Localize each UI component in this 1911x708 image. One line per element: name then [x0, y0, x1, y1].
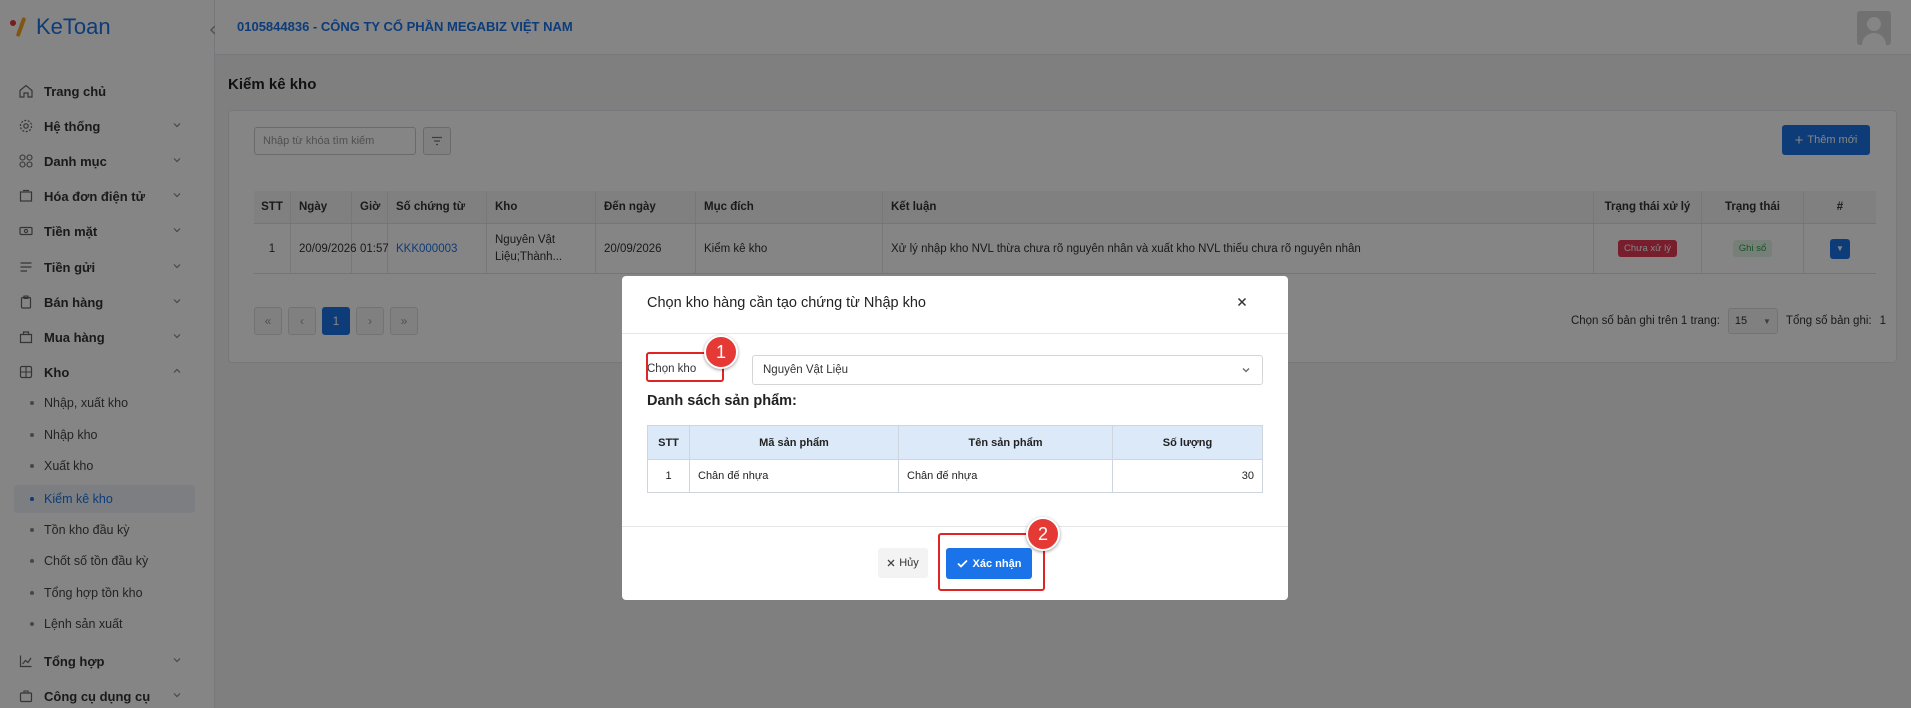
chevron-down-icon: [1242, 368, 1250, 373]
cell-ten-san-pham: Chân đế nhựa: [899, 460, 1113, 492]
cancel-button[interactable]: Hủy: [878, 548, 928, 578]
col-ma-san-pham: Mã sản phẩm: [690, 426, 899, 459]
product-table-header: STT Mã sản phẩm Tên sản phẩm Số lượng: [648, 426, 1262, 459]
warehouse-select-value: Nguyên Vật Liệu: [763, 364, 849, 376]
col-stt: STT: [648, 426, 690, 459]
cell-ma-san-pham: Chân đế nhựa: [690, 460, 899, 492]
modal-divider: [622, 333, 1288, 334]
annotation-step-badge: 1: [704, 335, 738, 369]
product-table: STT Mã sản phẩm Tên sản phẩm Số lượng 1 …: [647, 425, 1263, 493]
close-icon[interactable]: [1234, 294, 1250, 310]
product-list-title: Danh sách sản phẩm:: [647, 393, 797, 409]
cell-so-luong: 30: [1241, 470, 1254, 482]
cell-stt: 1: [648, 460, 690, 492]
col-so-luong: Số lượng: [1162, 436, 1213, 449]
table-row: 1 Chân đế nhựa Chân đế nhựa 30: [648, 459, 1262, 492]
modal-title: Chọn kho hàng cần tạo chứng từ Nhập kho: [647, 295, 926, 311]
close-icon: [887, 559, 895, 567]
annotation-step-badge: 2: [1026, 517, 1060, 551]
col-ten-san-pham: Tên sản phẩm: [899, 426, 1113, 459]
cancel-label: Hủy: [899, 557, 919, 569]
warehouse-select[interactable]: Nguyên Vật Liệu: [752, 355, 1263, 385]
modal-divider: [622, 526, 1288, 527]
